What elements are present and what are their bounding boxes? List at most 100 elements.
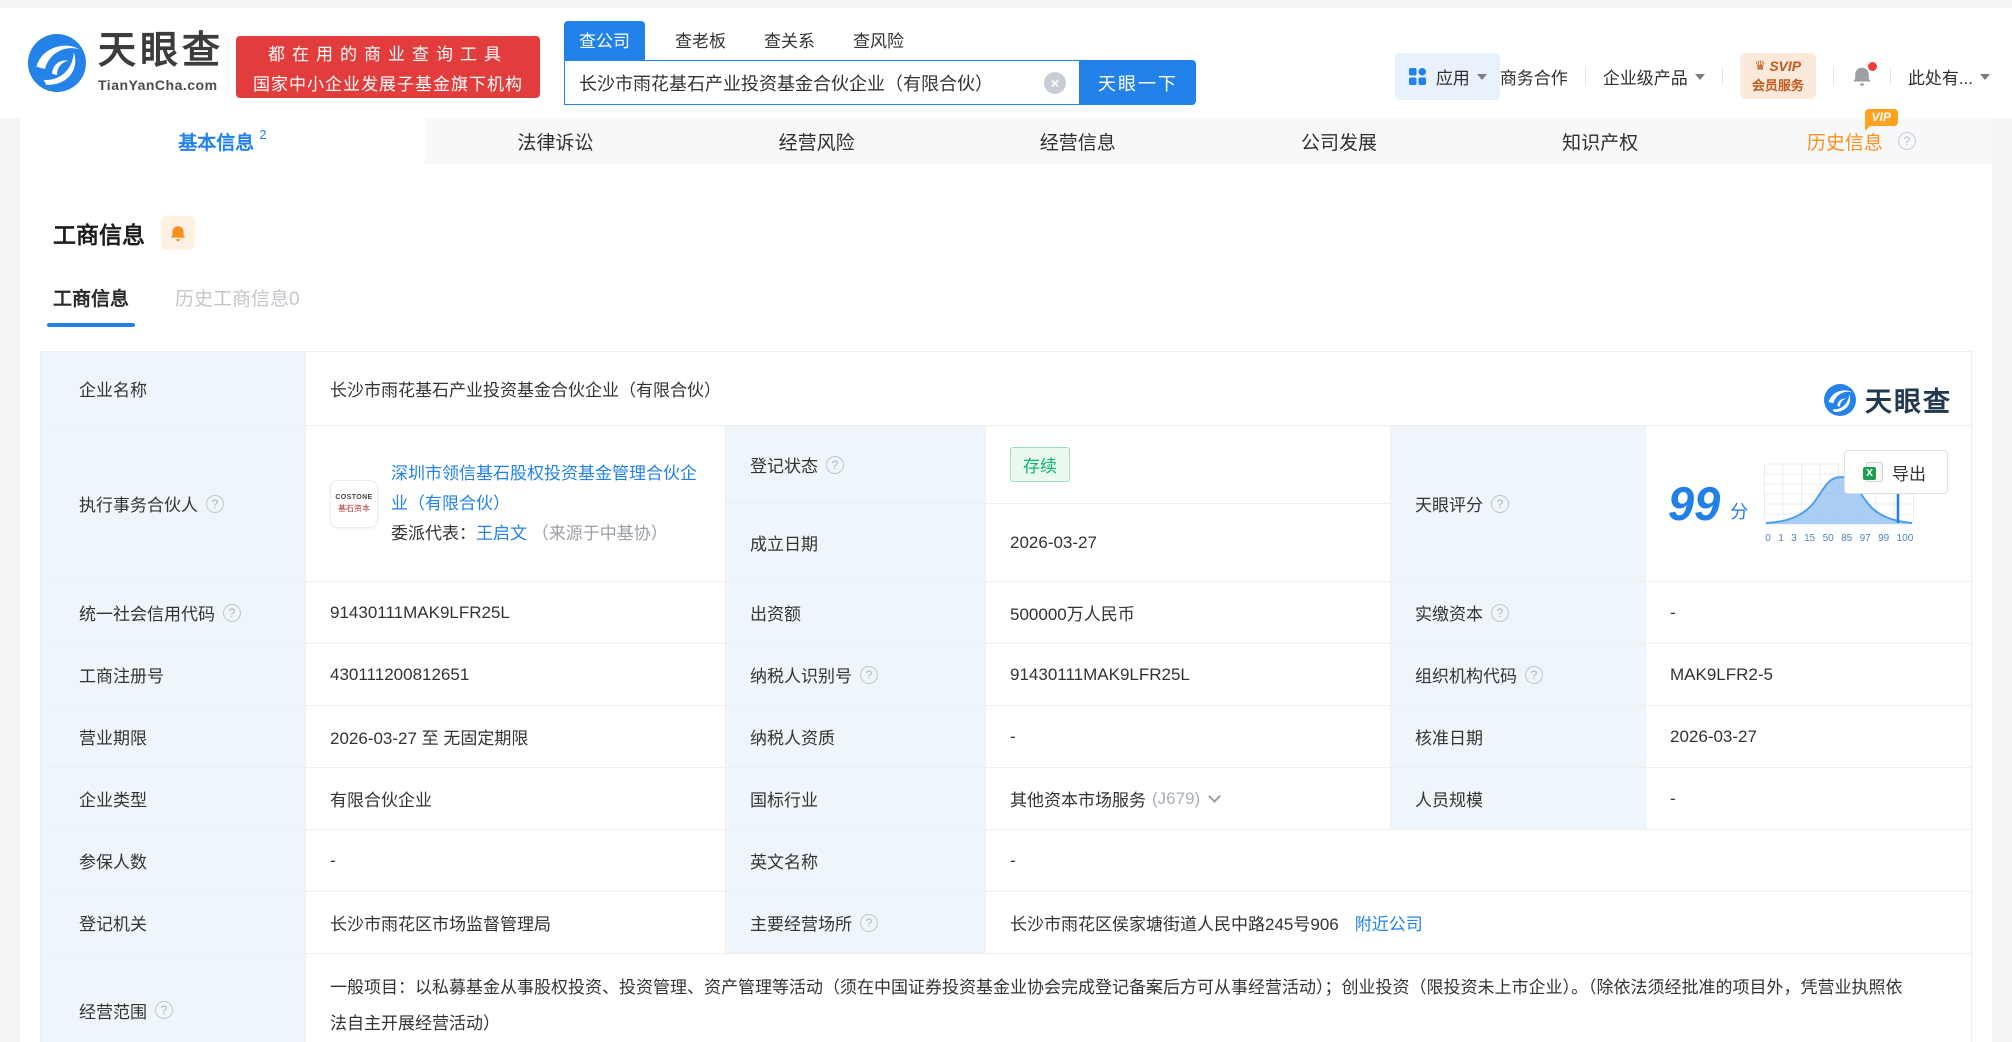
divider [1832,67,1834,85]
excel-icon [1863,462,1883,482]
search-tab-risk[interactable]: 查风险 [853,21,904,60]
business-address-value: 长沙市雨花区侯家塘街道人民中路245号906 附近公司 [986,892,1971,953]
search-input-wrap [564,60,1080,105]
company-type-label: 企业类型 [41,768,306,829]
search-tab-boss[interactable]: 查老板 [675,21,726,60]
header-right-nav: 应用 商务合作 企业级产品 ♛ SVIP 会员服务 此处有... [1394,52,1990,100]
notifications-button[interactable] [1851,61,1877,87]
search-tab-relation[interactable]: 查关系 [764,21,815,60]
tianyancha-logo[interactable]: 天眼查 TianYanCha.com [28,32,224,93]
search-input[interactable] [565,61,1079,104]
org-code-value: MAK9LFR2-5 [1670,664,1773,684]
business-term-label: 营业期限 [41,706,306,767]
contribution-label: 出资额 [726,582,986,643]
tianyancha-logo-icon [1824,383,1856,416]
page: 天眼查 TianYanCha.com 都在用的商业查询工具 国家中小企业发展子基… [0,0,2012,1042]
tab-basic-info[interactable]: 基本信息 2 [20,118,425,164]
svip-sublabel: 会员服务 [1751,78,1804,93]
help-icon[interactable] [826,455,844,474]
subscribe-bell-button[interactable] [161,216,195,250]
nav-enterprise-products[interactable]: 企业级产品 [1603,64,1705,89]
tab-operation-risk[interactable]: 经营风险 [686,118,947,164]
help-icon[interactable] [1525,665,1543,684]
export-button[interactable]: 导出 [1844,450,1948,494]
taxpayer-id-label: 纳税人识别号 [726,644,986,705]
search-area: 查公司 查老板 查关系 查风险 天眼一下 [564,21,1196,105]
business-scope-label: 经营范围 [41,954,306,1042]
logo-text-block: 天眼查 TianYanCha.com [98,32,224,93]
chevron-down-icon[interactable] [1208,790,1222,803]
promo-banner-line1: 都在用的商业查询工具 [268,44,508,64]
score-number: 99 [1668,477,1721,530]
partner-logo[interactable]: COSTONE 基石资本 [330,479,378,528]
search-row: 天眼一下 [564,60,1196,105]
company-tabbar: 基本信息 2 法律诉讼 经营风险 经营信息 公司发展 知识产权 VIP 历史信息 [20,108,1992,164]
help-icon[interactable] [206,494,224,513]
tab-history-info[interactable]: VIP 历史信息 [1731,108,1992,164]
table-row: 工商注册号 430111200812651 纳税人识别号 91430111MAK… [41,644,1971,706]
credit-code-value: 91430111MAK9LFR25L [306,582,726,643]
established-date-value: 2026-03-27 [1010,532,1097,552]
help-icon[interactable] [860,913,878,932]
insured-count-label: 参保人数 [41,830,306,891]
watermark-text: 天眼查 [1865,387,1952,417]
svip-member-button[interactable]: ♛ SVIP 会员服务 [1739,53,1816,99]
tab-legal[interactable]: 法律诉讼 [425,118,686,164]
subtab-business-info[interactable]: 工商信息 [53,284,129,327]
tab-company-development-label: 公司发展 [1300,132,1377,154]
help-icon[interactable] [1897,132,1916,150]
crown-icon: ♛ [1754,58,1767,73]
help-icon[interactable] [223,603,241,622]
logo-domain: TianYanCha.com [98,77,218,93]
tab-intellectual-property[interactable]: 知识产权 [1470,118,1731,164]
clear-search-icon[interactable] [1044,72,1066,94]
subtabs: 工商信息 历史工商信息0 [53,284,1972,327]
help-icon[interactable] [155,1001,173,1019]
promo-banner: 都在用的商业查询工具 国家中小企业发展子基金旗下机构 [236,36,540,98]
svip-label: SVIP [1769,58,1802,74]
logo-name: 天眼查 [98,30,225,72]
credit-code-label: 统一社会信用代码 [41,582,306,643]
table-row: 企业名称 长沙市雨花基石产业投资基金合伙企业（有限合伙） [41,352,1971,426]
search-tab-company[interactable]: 查公司 [564,21,645,60]
apps-menu[interactable]: 应用 [1394,52,1500,100]
status-date-column: 登记状态 存续 成立日期 2026-03-27 [726,426,1391,581]
help-icon[interactable] [1491,494,1509,513]
insured-count-value: - [306,830,726,891]
staff-size-label: 人员规模 [1391,768,1646,829]
org-code-label: 组织机构代码 [1391,644,1646,705]
business-info-table: 企业名称 长沙市雨花基石产业投资基金合伙企业（有限合伙） 执行事务合伙人 COS… [40,351,1972,1042]
subtab-history-business-info[interactable]: 历史工商信息0 [175,284,300,327]
site-header: 天眼查 TianYanCha.com 都在用的商业查询工具 国家中小企业发展子基… [0,8,2012,118]
partner-company-link[interactable]: 深圳市领信基石股权投资基金管理合伙企业（有限合伙） [391,464,697,513]
nav-enterprise-products-label: 企业级产品 [1602,68,1688,88]
tab-company-development[interactable]: 公司发展 [1208,118,1469,164]
user-menu[interactable]: 此处有... [1908,64,1990,89]
table-row: 执行事务合伙人 COSTONE 基石资本 深圳市领信基石股权投资基金管理合伙企业… [41,426,1971,582]
registration-authority-value: 长沙市雨花区市场监督管理局 [306,892,726,953]
nav-cooperation[interactable]: 商务合作 [1500,64,1568,89]
tab-operation-info[interactable]: 经营信息 [947,118,1208,164]
score-axis: 0 1 3 15 50 85 97 99 100 [1765,533,1914,544]
section-title: 工商信息 [53,222,145,248]
divider [1889,67,1891,85]
table-subrow: 成立日期 2026-03-27 [726,503,1390,581]
staff-size-value: - [1670,788,1676,808]
table-row: 参保人数 - 英文名称 - [41,830,1971,892]
help-icon[interactable] [1491,603,1509,622]
tab-legal-label: 法律诉讼 [517,132,594,154]
business-scope-value: 一般项目：以私募基金从事股权投资、投资管理、资产管理等活动（须在中国证券投资基金… [330,978,1903,1033]
search-submit-button[interactable]: 天眼一下 [1080,60,1196,105]
rep-name-link[interactable]: 王启文 [476,524,527,543]
nearby-companies-link[interactable]: 附近公司 [1355,910,1423,935]
divider [1721,67,1723,85]
taxpayer-qualification-label: 纳税人资质 [726,706,986,767]
help-icon[interactable] [860,665,878,684]
business-address-label: 主要经营场所 [726,892,986,953]
tab-operation-risk-label: 经营风险 [778,132,855,154]
paid-capital-label: 实缴资本 [1391,582,1646,643]
approval-date-label: 核准日期 [1391,706,1646,767]
promo-banner-line2: 国家中小企业发展子基金旗下机构 [253,74,523,94]
reg-number-label: 工商注册号 [41,644,306,705]
tianyancha-watermark: 天眼查 [1824,380,1952,419]
